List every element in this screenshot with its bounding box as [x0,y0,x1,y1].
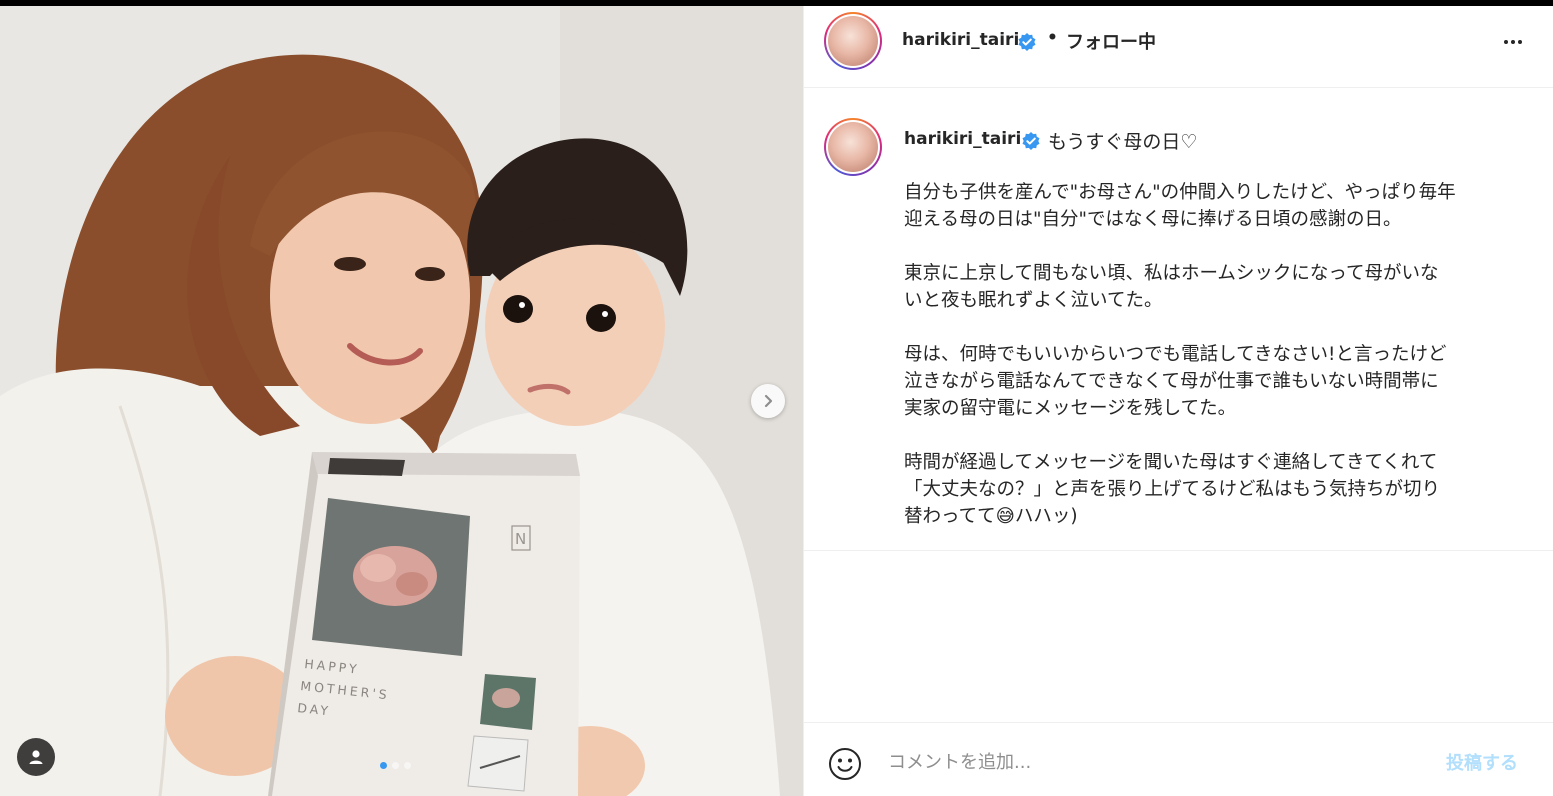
emoji-smile-icon[interactable] [828,747,862,781]
comment-input[interactable] [888,747,1408,777]
verified-badge-icon [1018,33,1036,51]
photo-illustration: N HAPPY MOTHER'S DAY [0,6,803,796]
header-username[interactable]: harikiri_tairi [902,30,1019,50]
chevron-right-icon [764,394,773,408]
comment-bar: 投稿する [804,722,1553,796]
following-button[interactable]: フォロー中 [1066,28,1156,54]
header-avatar[interactable] [824,12,882,70]
caption-paragraph: 時間が経過してメッセージを聞いた母はすぐ連絡してきてくれて 「大丈夫なの？」と声… [904,452,1440,527]
caption-body: 自分も子供を産んで"お母さん"の仲間入りしたけど、やっぱり毎年 迎える母の日は"… [904,179,1524,557]
header-separator: • [1047,28,1058,48]
post-photo[interactable]: N HAPPY MOTHER'S DAY [0,6,803,796]
user-tag-icon [29,750,43,764]
caption-username[interactable]: harikiri_tairi [904,129,1021,149]
verified-badge-icon [1022,132,1040,150]
carousel-dot [404,762,411,769]
caption-paragraph: 自分も子供を産んで"お母さん"の仲間入りしたけど、やっぱり毎年 迎える母の日は"… [904,182,1456,230]
box-brand-mark: N [515,530,526,548]
more-options-icon[interactable] [1498,32,1528,52]
carousel-dot [392,762,399,769]
caption-paragraph: 母は、何時でもいいからいつでも電話してきなさい!と言ったけど 泣きながら電話なん… [904,344,1447,419]
post-comment-button[interactable]: 投稿する [1446,749,1518,775]
caption-paragraph: 東京に上京して間もない頃、私はホームシックになって母がいな いと夜も眠れずよく泣… [904,263,1439,311]
avatar-image [828,16,878,66]
tagged-users-button[interactable] [17,738,55,776]
next-photo-button[interactable] [751,384,785,418]
caption-avatar[interactable] [824,118,882,176]
avatar-image [828,122,878,172]
carousel-indicator [380,762,411,769]
post-header: harikiri_tairi • フォロー中 [804,6,1553,88]
post-caption: harikiri_tairi もうすぐ母の日♡ 自分も子供を産んで"お母さん"の… [804,89,1553,551]
post-details-panel: harikiri_tairi • フォロー中 harikiri_tairi もう… [803,6,1553,796]
carousel-dot-active [380,762,387,769]
caption-lead: もうすぐ母の日♡ [1048,131,1198,153]
